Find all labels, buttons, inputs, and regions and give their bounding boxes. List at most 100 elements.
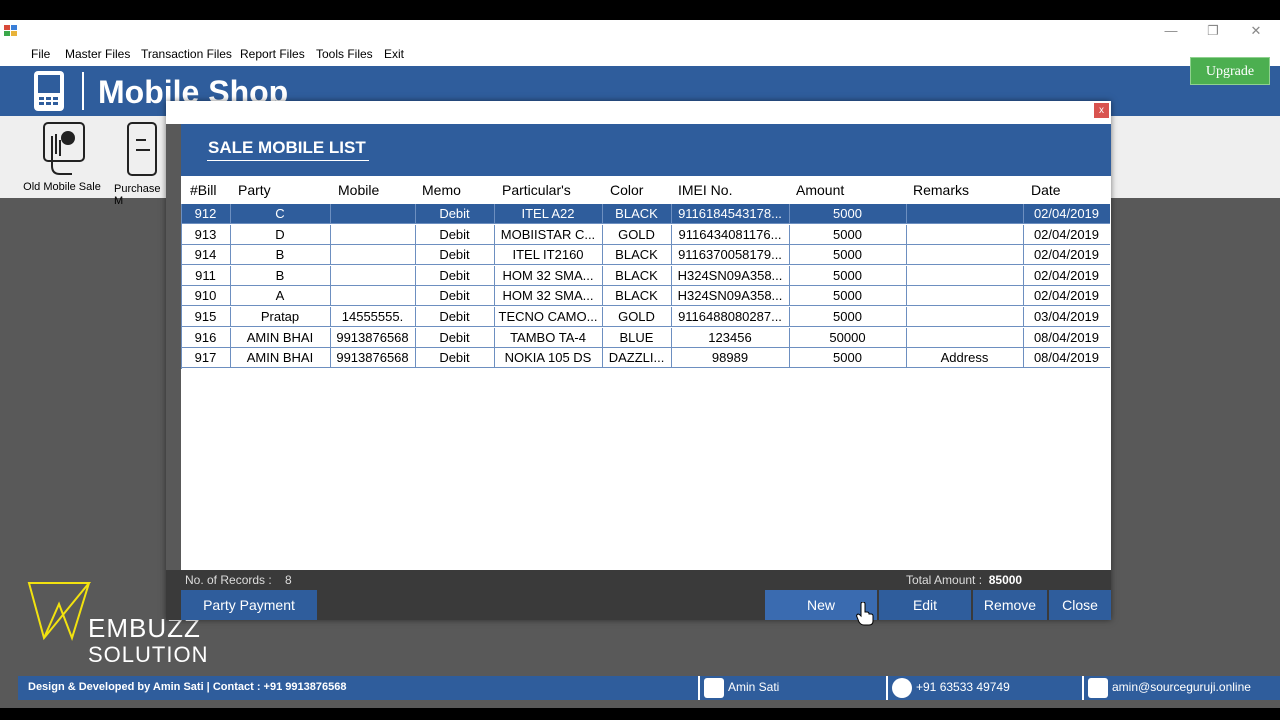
restore-button[interactable]: ❐ bbox=[1192, 20, 1234, 42]
hand-cursor-icon bbox=[856, 602, 874, 626]
col-remarks[interactable]: Remarks bbox=[913, 182, 969, 198]
upgrade-button[interactable]: Upgrade bbox=[1190, 57, 1270, 85]
cell-divider bbox=[906, 245, 907, 266]
cell-divider bbox=[906, 307, 907, 327]
col-memo[interactable]: Memo bbox=[422, 182, 461, 198]
menu-transaction-files[interactable]: Transaction Files bbox=[141, 47, 232, 61]
remove-button[interactable]: Remove bbox=[973, 590, 1047, 620]
cell-memo: Debit bbox=[439, 329, 470, 345]
table-row[interactable]: 912 C Debit ITEL A22 BLACK 9116184543178... 50… bbox=[181, 204, 1110, 224]
cell-imei: 98989 bbox=[711, 350, 749, 366]
table-row[interactable]: 916 AMIN BHAI 9913876568 Debit TAMBO TA-4 BLU… bbox=[181, 327, 1110, 348]
table-row[interactable]: 914 B Debit ITEL IT2160 BLACK 9116370058179..… bbox=[181, 245, 1110, 266]
sale-mobile-list-dialog: x SALE MOBILE LIST #Bill Party Mobile Me… bbox=[166, 101, 1111, 620]
cell-imei: 9116370058179... bbox=[678, 247, 782, 263]
col-imei[interactable]: IMEI No. bbox=[678, 182, 732, 198]
cell-divider bbox=[906, 286, 907, 307]
cell-divider bbox=[330, 204, 331, 224]
dialog-title: SALE MOBILE LIST bbox=[208, 138, 366, 157]
table-row[interactable]: 910 A Debit HOM 32 SMA... BLACK H324SN09A358.… bbox=[181, 286, 1110, 307]
cell-amount: 5000 bbox=[833, 288, 862, 304]
cell-bill: 917 bbox=[194, 350, 217, 366]
col-amount[interactable]: Amount bbox=[796, 182, 844, 198]
cell-mobile: 9913876568 bbox=[336, 329, 409, 345]
col-color[interactable]: Color bbox=[610, 182, 643, 198]
cell-party: C bbox=[275, 206, 285, 221]
hand-phone-icon bbox=[43, 122, 85, 175]
edit-button[interactable]: Edit bbox=[879, 590, 971, 620]
tool-label: Purchase M bbox=[114, 183, 161, 207]
tool-purchase[interactable]: Purchase M bbox=[114, 120, 164, 207]
cell-amount: 50000 bbox=[829, 329, 866, 345]
email-address: amin@sourceguruji.online bbox=[1112, 680, 1251, 694]
dialog-close-icon[interactable]: x bbox=[1094, 103, 1109, 118]
cell-mobile: 14555555. bbox=[341, 309, 404, 324]
cell-mobile: 9913876568 bbox=[336, 350, 409, 366]
cell-date: 08/04/2019 bbox=[1033, 350, 1100, 366]
cell-divider bbox=[906, 224, 907, 245]
brand-line-2: SOLUTION bbox=[88, 642, 209, 667]
col-mobile[interactable]: Mobile bbox=[338, 182, 379, 198]
cell-amount: 5000 bbox=[833, 226, 862, 242]
cell-divider bbox=[330, 224, 331, 245]
party-payment-button[interactable]: Party Payment bbox=[181, 590, 317, 620]
cell-date: 02/04/2019 bbox=[1033, 247, 1100, 263]
total-label: Total Amount : bbox=[906, 573, 983, 587]
menu-tools-files[interactable]: Tools Files bbox=[316, 47, 373, 61]
menu-file[interactable]: File bbox=[31, 47, 50, 61]
cell-particulars: TECNO CAMO... bbox=[498, 309, 598, 324]
cell-memo: Debit bbox=[439, 247, 470, 263]
cell-particulars: HOM 32 SMA... bbox=[502, 288, 594, 304]
cell-bill: 911 bbox=[195, 267, 216, 283]
cell-color: BLACK bbox=[615, 247, 658, 263]
cell-bill: 910 bbox=[194, 288, 217, 304]
wembuzz-w-logo bbox=[27, 582, 92, 642]
menu-bar: File Master Files Transaction Files Repo… bbox=[0, 42, 1280, 66]
cell-amount: 5000 bbox=[833, 247, 862, 263]
sale-grid[interactable]: #Bill Party Mobile Memo Particular's Col… bbox=[181, 176, 1111, 570]
cell-imei: 123456 bbox=[708, 329, 752, 345]
cell-date: 02/04/2019 bbox=[1033, 288, 1100, 304]
status-phone: +91 63533 49749 bbox=[886, 676, 1082, 700]
total-amount: Total Amount : 85000 bbox=[906, 573, 1022, 587]
cell-date: 08/04/2019 bbox=[1033, 329, 1100, 345]
menu-master-files[interactable]: Master Files bbox=[65, 47, 130, 61]
mobile-phone-icon bbox=[34, 71, 64, 111]
cell-date: 02/04/2019 bbox=[1033, 206, 1100, 221]
table-row[interactable]: 915 Pratap 14555555. Debit TECNO CAMO... GOLD… bbox=[181, 307, 1110, 327]
close-button[interactable]: Close bbox=[1049, 590, 1111, 620]
records-count: No. of Records : 8 bbox=[185, 573, 292, 587]
cell-date: 02/04/2019 bbox=[1033, 226, 1100, 242]
user-name: Amin Sati bbox=[728, 680, 780, 694]
cell-memo: Debit bbox=[439, 226, 470, 242]
menu-exit[interactable]: Exit bbox=[384, 47, 404, 61]
col-bill[interactable]: #Bill bbox=[190, 182, 216, 198]
table-row[interactable]: 917 AMIN BHAI 9913876568 Debit NOKIA 105 DS D… bbox=[181, 348, 1110, 369]
cell-color: BLACK bbox=[615, 267, 658, 283]
menu-report-files[interactable]: Report Files bbox=[240, 47, 305, 61]
cell-party: A bbox=[275, 288, 285, 304]
col-party[interactable]: Party bbox=[238, 182, 271, 198]
col-particulars[interactable]: Particular's bbox=[502, 182, 571, 198]
cell-party: AMIN BHAI bbox=[246, 329, 314, 345]
cell-bill: 915 bbox=[194, 309, 217, 324]
title-underline bbox=[207, 160, 369, 161]
cell-date: 03/04/2019 bbox=[1033, 309, 1100, 324]
table-row[interactable]: 911 B Debit HOM 32 SMA... BLACK H324SN09A358.… bbox=[181, 265, 1110, 286]
grid-header: #Bill Party Mobile Memo Particular's Col… bbox=[181, 176, 1111, 204]
cell-party: B bbox=[275, 247, 285, 263]
cell-amount: 5000 bbox=[833, 309, 862, 324]
cell-divider bbox=[906, 327, 907, 348]
table-row[interactable]: 913 D Debit MOBIISTAR C... GOLD 9116434081176… bbox=[181, 224, 1110, 245]
cell-divider bbox=[330, 245, 331, 266]
cell-memo: Debit bbox=[439, 206, 470, 221]
col-date[interactable]: Date bbox=[1031, 182, 1061, 198]
cell-divider bbox=[906, 204, 907, 224]
window-close-button[interactable]: ✕ bbox=[1235, 20, 1277, 42]
cell-divider bbox=[906, 265, 907, 286]
developer-credit: Design & Developed by Amin Sati | Contac… bbox=[28, 681, 347, 693]
cell-bill: 916 bbox=[194, 329, 217, 345]
minimize-button[interactable]: — bbox=[1150, 20, 1192, 42]
cell-particulars: ITEL IT2160 bbox=[512, 247, 584, 263]
tool-old-mobile-sale[interactable]: Old Mobile Sale bbox=[20, 120, 104, 193]
